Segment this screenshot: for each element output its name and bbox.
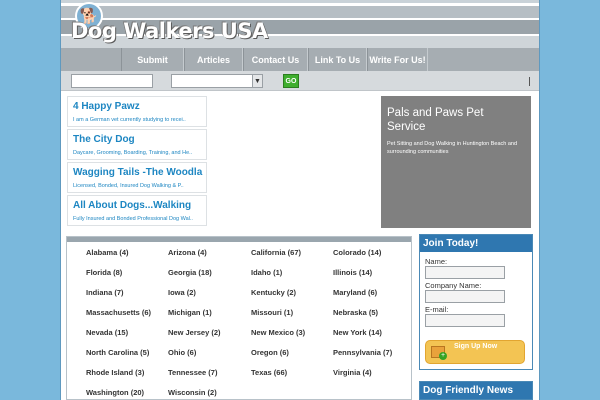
state-link[interactable]: Indiana (7): [86, 288, 124, 297]
name-field[interactable]: [425, 266, 505, 279]
state-link[interactable]: Rhode Island (3): [86, 368, 144, 377]
news-panel: Dog Friendly News: [419, 381, 533, 400]
state-link[interactable]: North Carolina (5): [86, 348, 149, 357]
state-select[interactable]: ▼: [171, 74, 263, 88]
listing-title[interactable]: The City Dog: [73, 134, 205, 145]
listing-item[interactable]: Wagging Tails -The Woodla Licensed, Bond…: [67, 162, 207, 193]
plus-icon: +: [439, 352, 447, 360]
state-link[interactable]: Iowa (2): [168, 288, 196, 297]
go-button[interactable]: GO: [283, 74, 299, 88]
state-link[interactable]: Texas (66): [251, 368, 287, 377]
site-logo[interactable]: Dog Walkers USA: [71, 19, 268, 43]
listing-item[interactable]: All About Dogs...Walking Fully Insured a…: [67, 195, 207, 226]
state-link[interactable]: Florida (8): [86, 268, 122, 277]
nav-articles[interactable]: Articles: [184, 48, 243, 71]
folder-add-icon: +: [431, 346, 447, 360]
listing-title[interactable]: 4 Happy Pawz: [73, 101, 205, 112]
featured-listings: 4 Happy Pawz I am a German vet currently…: [67, 96, 207, 228]
email-label: E-mail:: [425, 305, 449, 314]
page: 🐕 Dog Walkers USA Submit Articles Contac…: [60, 0, 540, 400]
company-label: Company Name:: [425, 281, 482, 290]
company-field[interactable]: [425, 290, 505, 303]
state-link[interactable]: Colorado (14): [333, 248, 381, 257]
name-label: Name:: [425, 257, 448, 266]
nav-contact-us[interactable]: Contact Us: [243, 48, 308, 71]
join-form: Join Today! Name: Company Name: E-mail: …: [419, 234, 533, 370]
header: 🐕 Dog Walkers USA: [61, 0, 539, 48]
state-link[interactable]: Kentucky (2): [251, 288, 296, 297]
search-bar: ▼ GO: [61, 71, 539, 91]
state-link[interactable]: California (67): [251, 248, 301, 257]
featured-panel[interactable]: Pals and Paws Pet Service Pet Sitting an…: [381, 96, 531, 228]
state-link[interactable]: Tennessee (7): [168, 368, 217, 377]
state-directory-bar: [67, 237, 411, 242]
state-link[interactable]: Nebraska (5): [333, 308, 378, 317]
nav-link-to-us[interactable]: Link To Us: [308, 48, 367, 71]
news-title: Dog Friendly News: [423, 385, 514, 396]
state-link[interactable]: Massachusetts (6): [86, 308, 151, 317]
listing-title[interactable]: All About Dogs...Walking: [73, 200, 205, 211]
state-link[interactable]: Missouri (1): [251, 308, 293, 317]
listing-item[interactable]: 4 Happy Pawz I am a German vet currently…: [67, 96, 207, 127]
state-link[interactable]: Washington (20): [86, 388, 144, 397]
featured-title[interactable]: Pals and Paws Pet Service: [387, 106, 525, 134]
email-field[interactable]: [425, 314, 505, 327]
divider: [529, 77, 530, 86]
state-link[interactable]: Idaho (1): [251, 268, 282, 277]
listing-desc[interactable]: Daycare, Grooming, Boarding, Training, a…: [73, 150, 205, 156]
main-nav: Submit Articles Contact Us Link To Us Wr…: [61, 48, 539, 71]
state-link[interactable]: Maryland (6): [333, 288, 377, 297]
featured-desc: Pet Sitting and Dog Walking in Huntingto…: [387, 141, 518, 155]
header-stripe: [61, 6, 539, 18]
sign-up-label: Sign Up Now: [454, 343, 498, 350]
header-stripe: [61, 0, 539, 3]
listing-title[interactable]: Wagging Tails -The Woodla: [73, 167, 205, 178]
state-link[interactable]: Virginia (4): [333, 368, 372, 377]
nav-write-for-us[interactable]: Write For Us!: [367, 48, 428, 71]
nav-submit[interactable]: Submit: [121, 48, 184, 71]
state-directory: Alabama (4) Arizona (4) California (67) …: [66, 236, 412, 400]
sign-up-button[interactable]: + Sign Up Now: [425, 340, 525, 364]
chevron-down-icon[interactable]: ▼: [252, 75, 262, 87]
state-link[interactable]: Wisconsin (2): [168, 388, 217, 397]
search-input[interactable]: [71, 74, 153, 88]
state-link[interactable]: Michigan (1): [168, 308, 212, 317]
state-link[interactable]: Nevada (15): [86, 328, 128, 337]
state-link[interactable]: Pennsylvania (7): [333, 348, 392, 357]
listing-desc[interactable]: Licensed, Bonded, Insured Dog Walking & …: [73, 183, 205, 189]
state-link[interactable]: Ohio (6): [168, 348, 196, 357]
state-link[interactable]: New Jersey (2): [168, 328, 221, 337]
state-link[interactable]: Georgia (18): [168, 268, 212, 277]
state-link[interactable]: Oregon (6): [251, 348, 289, 357]
listing-desc[interactable]: I am a German vet currently studying to …: [73, 117, 205, 123]
state-link[interactable]: New Mexico (3): [251, 328, 305, 337]
listing-item[interactable]: The City Dog Daycare, Grooming, Boarding…: [67, 129, 207, 160]
listing-desc[interactable]: Fully Insured and Bonded Professional Do…: [73, 216, 205, 222]
state-link[interactable]: Illinois (14): [333, 268, 372, 277]
state-link[interactable]: Alabama (4): [86, 248, 129, 257]
state-link[interactable]: Arizona (4): [168, 248, 207, 257]
join-title: Join Today!: [420, 235, 532, 252]
state-link[interactable]: New York (14): [333, 328, 382, 337]
